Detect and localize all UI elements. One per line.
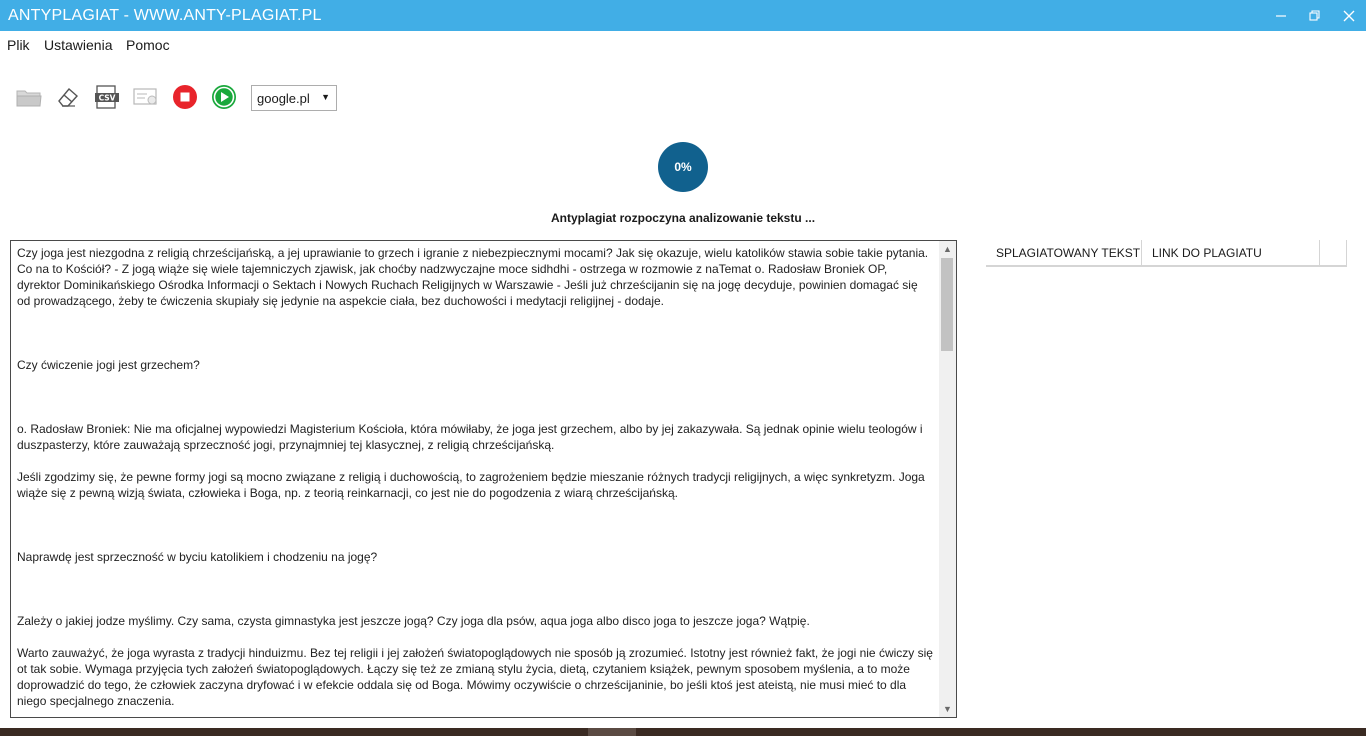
taskbar: [0, 728, 1366, 736]
source-text-content[interactable]: Czy joga jest niezgodna z religią chrześ…: [17, 245, 933, 709]
open-folder-icon: [16, 90, 42, 107]
close-icon: [1343, 10, 1355, 21]
column-header-empty: [1320, 240, 1347, 265]
csv-export-button[interactable]: CSV: [94, 84, 120, 110]
title-bar: ANTYPLAGIAT - WWW.ANTY-PLAGIAT.PL: [0, 0, 1366, 31]
restore-button[interactable]: [1299, 0, 1331, 31]
text-paragraph: Jeśli zgodzimy się, że pewne formy jogi …: [17, 470, 925, 500]
scroll-up-icon[interactable]: ▲: [939, 241, 956, 257]
window-title: ANTYPLAGIAT - WWW.ANTY-PLAGIAT.PL: [8, 7, 322, 24]
stop-button[interactable]: [172, 84, 198, 110]
chevron-down-icon: ▼: [321, 92, 330, 102]
menu-bar: Plik Ustawienia Pomoc: [0, 35, 1366, 57]
results-table: SPLAGIATOWANY TEKST LINK DO PLAGIATU: [986, 240, 1347, 267]
text-paragraph: Zależy o jakiej jodze myślimy. Czy sama,…: [17, 614, 810, 628]
certificate-icon: [133, 88, 157, 105]
vertical-scrollbar[interactable]: ▲ ▼: [939, 241, 956, 717]
play-icon: [212, 85, 236, 109]
text-paragraph: Czy ćwiczenie jogi jest grzechem?: [17, 358, 200, 372]
progress-percent: 0%: [674, 160, 692, 174]
clear-button[interactable]: [55, 84, 81, 110]
search-engine-value: google.pl: [257, 91, 310, 106]
open-folder-button[interactable]: [16, 84, 42, 110]
progress-indicator: 0%: [658, 142, 708, 192]
close-button[interactable]: [1333, 0, 1365, 31]
scroll-thumb[interactable]: [941, 258, 953, 351]
text-paragraph: Naprawdę jest sprzeczność w byciu katoli…: [17, 550, 378, 564]
csv-export-icon: CSV: [95, 85, 119, 109]
status-message: Antyplagiat rozpoczyna analizowanie teks…: [550, 211, 816, 225]
certificate-button[interactable]: [133, 84, 159, 110]
search-engine-select[interactable]: google.pl ▼: [251, 85, 337, 111]
menu-pomoc[interactable]: Pomoc: [126, 37, 170, 53]
svg-text:CSV: CSV: [99, 94, 116, 103]
column-header-plagiarism-link[interactable]: LINK DO PLAGIATU: [1142, 240, 1320, 265]
taskbar-item[interactable]: [588, 728, 636, 736]
stop-icon: [173, 85, 197, 109]
minimize-button[interactable]: [1265, 0, 1297, 31]
eraser-icon: [58, 88, 78, 107]
menu-plik[interactable]: Plik: [7, 37, 30, 53]
menu-ustawienia[interactable]: Ustawienia: [44, 37, 112, 53]
text-paragraph: Warto zauważyć, że joga wyrasta z tradyc…: [17, 646, 933, 708]
source-text-box[interactable]: Czy joga jest niezgodna z religią chrześ…: [10, 240, 957, 718]
scroll-down-icon[interactable]: ▼: [939, 701, 956, 717]
text-paragraph: Czy joga jest niezgodna z religią chrześ…: [17, 246, 929, 308]
text-paragraph: o. Radosław Broniek: Nie ma oficjalnej w…: [17, 422, 923, 452]
restore-icon: [1309, 9, 1320, 21]
start-button[interactable]: [211, 84, 237, 110]
minimize-icon: [1276, 14, 1286, 17]
column-header-plagiarized-text[interactable]: SPLAGIATOWANY TEKST: [986, 240, 1142, 265]
